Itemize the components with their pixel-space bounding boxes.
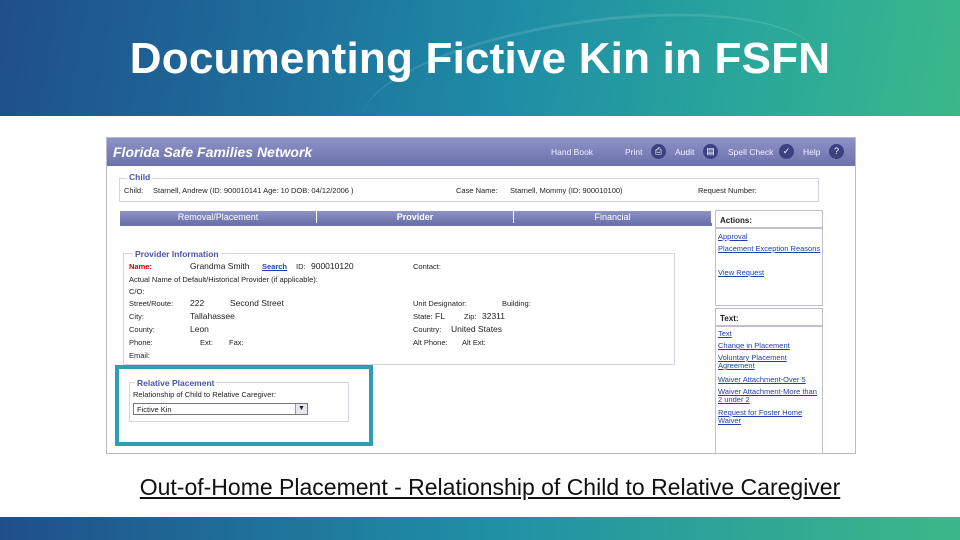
case-name-label: Case Name:	[456, 186, 498, 195]
slide-header: Documenting Fictive Kin in FSFN	[0, 0, 960, 192]
print-icon[interactable]: ⎙	[651, 144, 666, 159]
app-title-bar: Florida Safe Families Network Hand Book …	[107, 138, 855, 166]
checkmark-icon[interactable]: ✓	[779, 144, 794, 159]
state-value: FL	[435, 311, 445, 321]
highlight-box	[115, 365, 373, 446]
text-link-voluntary-placement[interactable]: Voluntary Placement Agreement	[718, 354, 822, 370]
tab-underline	[120, 223, 712, 226]
help-button[interactable]: Help	[803, 147, 820, 157]
spellcheck-button[interactable]: Spell Check	[728, 147, 773, 157]
country-label: Country:	[413, 325, 442, 334]
zip-label: Zip:	[464, 312, 477, 321]
contact-label: Contact:	[413, 262, 441, 271]
handbook-link[interactable]: Hand Book	[551, 147, 593, 157]
county-value: Leon	[190, 324, 209, 334]
tab-bar: Removal/Placement Provider Financial	[120, 211, 712, 223]
search-link[interactable]: Search	[262, 262, 287, 271]
actions-header: Actions:	[715, 210, 823, 228]
case-name-value: Starnell, Mommy (ID: 900010100)	[510, 186, 623, 195]
text-link-change-placement[interactable]: Change in Placement	[718, 342, 822, 350]
child-value: Starnell, Andrew (ID: 900010141 Age: 10 …	[153, 186, 354, 195]
child-label: Child:	[124, 186, 144, 195]
request-number-label: Request Number:	[698, 186, 757, 195]
alt-ext-label: Alt Ext:	[462, 338, 486, 347]
provider-id-label: ID:	[296, 262, 306, 271]
county-label: County:	[129, 325, 155, 334]
audit-button[interactable]: Audit	[675, 147, 694, 157]
side-panel: Actions: Approval Placement Exception Re…	[715, 210, 823, 453]
text-header: Text:	[715, 308, 823, 326]
action-link-approval[interactable]: Approval	[718, 233, 822, 241]
building-label: Building:	[502, 299, 531, 308]
action-link-placement-exception[interactable]: Placement Exception Reasons	[718, 245, 822, 253]
unit-designator-label: Unit Designator:	[413, 299, 467, 308]
text-link-text[interactable]: Text	[718, 330, 822, 338]
city-value: Tallahassee	[190, 311, 235, 321]
state-label: State:	[413, 312, 433, 321]
fax-label: Fax:	[229, 338, 244, 347]
provider-id-value: 900010120	[311, 261, 354, 271]
app-title: Florida Safe Families Network	[113, 144, 313, 160]
email-label: Email:	[129, 351, 150, 360]
phone-label: Phone:	[129, 338, 153, 347]
text-link-foster-home-waiver[interactable]: Request for Foster Home Waiver	[718, 409, 822, 425]
text-link-waiver-more-than-2[interactable]: Waiver Attachment-More than 2 under 2	[718, 388, 822, 404]
tab-removal-placement[interactable]: Removal/Placement	[120, 211, 317, 223]
slide-caption: Out-of-Home Placement - Relationship of …	[139, 474, 841, 500]
document-icon[interactable]: ▤	[703, 144, 718, 159]
child-group-title: Child	[127, 172, 153, 182]
text-link-waiver-over-5[interactable]: Waiver Attachment-Over 5	[718, 376, 822, 384]
tab-provider[interactable]: Provider	[317, 211, 514, 223]
provider-name-value: Grandma Smith	[190, 261, 250, 271]
co-label: C/O:	[129, 287, 145, 296]
provider-group-title: Provider Information	[133, 249, 221, 259]
city-label: City:	[129, 312, 144, 321]
action-link-view-request[interactable]: View Request	[718, 269, 822, 277]
provider-name-label: Name:	[129, 262, 152, 271]
alt-phone-label: Alt Phone:	[413, 338, 448, 347]
slide-footer	[0, 517, 960, 540]
print-button[interactable]: Print	[625, 147, 642, 157]
help-icon[interactable]: ?	[829, 144, 844, 159]
street-label: Street/Route:	[129, 299, 174, 308]
street-name-value: Second Street	[230, 298, 284, 308]
ext-label: Ext:	[200, 338, 213, 347]
street-number-value: 222	[190, 298, 205, 308]
actual-name-label: Actual Name of Default/Historical Provid…	[129, 275, 318, 284]
slide-title: Documenting Fictive Kin in FSFN	[129, 34, 831, 83]
country-value: United States	[451, 324, 503, 334]
zip-value: 32311	[482, 311, 506, 321]
tab-financial[interactable]: Financial	[514, 211, 712, 223]
